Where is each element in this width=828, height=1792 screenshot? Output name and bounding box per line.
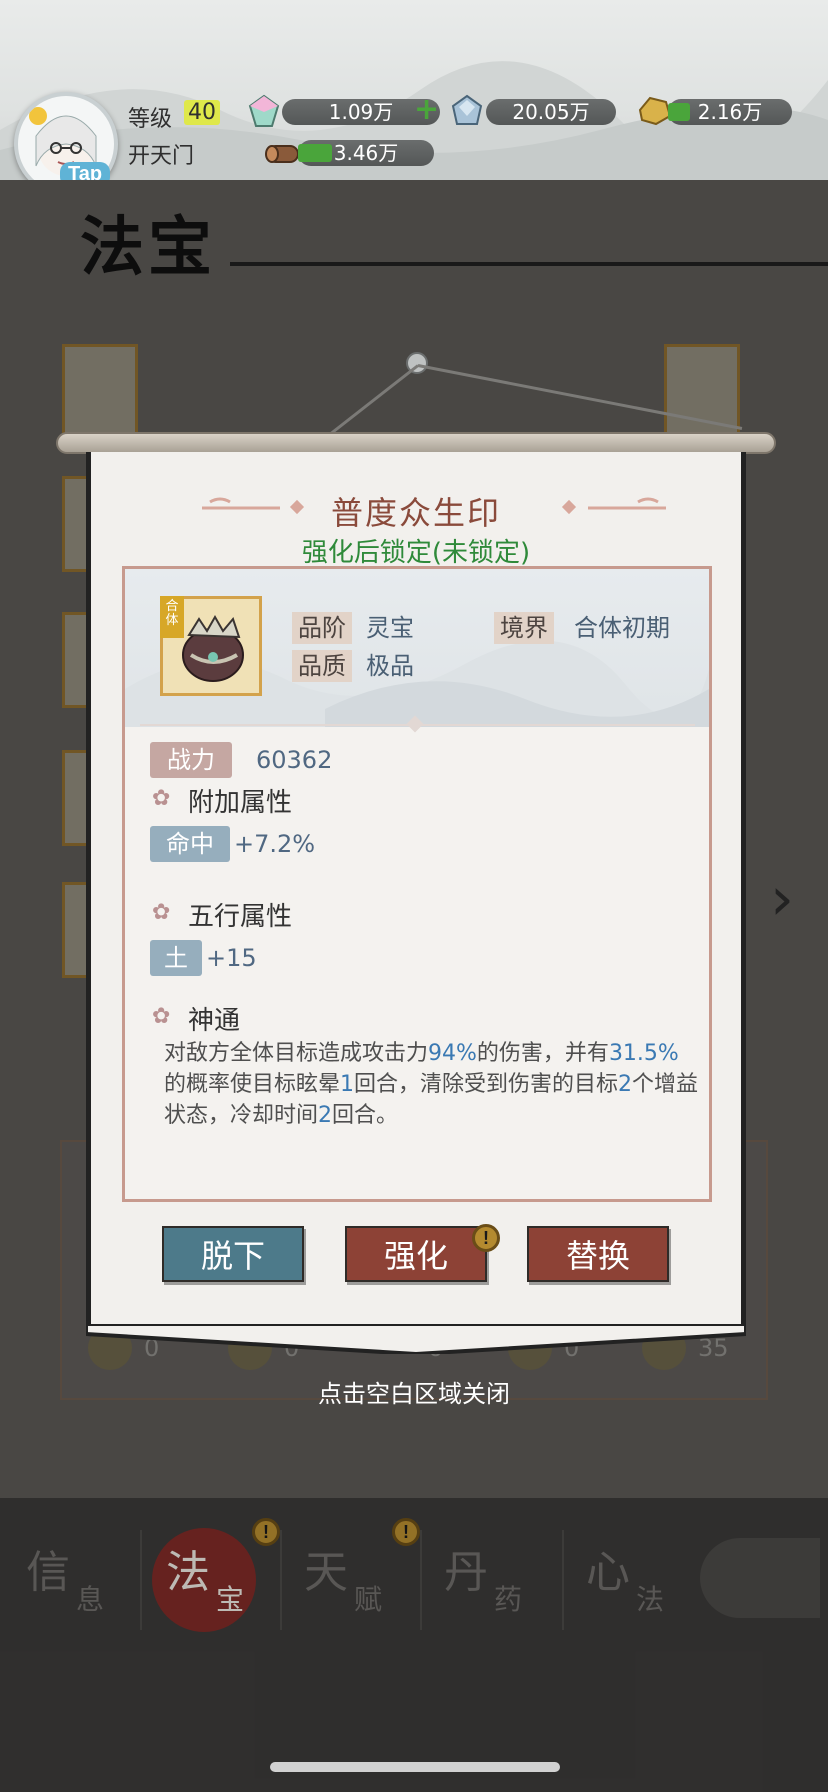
resource-ice-value: 20.05万 [512, 100, 590, 124]
realm-requirement-label: 境界 [494, 612, 554, 644]
realm-requirement-value: 合体初期 [574, 614, 670, 642]
element-label: 土 [150, 940, 202, 976]
resource-wood-value: 3.46万 [333, 141, 399, 165]
power-label: 战力 [150, 742, 232, 778]
level-value: 40 [184, 100, 220, 125]
skill-highlight: 31.5% [608, 1041, 679, 1066]
resource-gold-fill [668, 103, 690, 121]
upgrade-alert-icon: ! [472, 1224, 500, 1252]
add-resource-button[interactable]: + [414, 95, 440, 125]
skill-highlight: 2 [318, 1103, 333, 1128]
spirit-crystal-icon [248, 94, 280, 127]
skill-highlight: 1 [340, 1072, 355, 1097]
upgrade-button[interactable]: 强化 [345, 1226, 487, 1282]
grade-label: 品阶 [292, 612, 352, 644]
resource-gold: 2.16万 [668, 99, 792, 125]
skill-description: 对敌方全体目标造成攻击力94%的伤害，并有31.5% 的概率使目标眩晕1回合，清除… [164, 1038, 700, 1131]
resource-spirit-value: 1.09万 [328, 100, 394, 124]
extra-attr-value: +7.2% [234, 830, 316, 858]
quality-label: 品质 [292, 650, 352, 682]
grade-value: 灵宝 [366, 614, 414, 642]
scroll-tail [86, 1324, 746, 1354]
element-value: +15 [206, 944, 257, 972]
skill-text: 的伤害，并有 [476, 1041, 609, 1066]
resource-gold-value: 2.16万 [697, 100, 763, 124]
resource-ice: 20.05万 [486, 99, 616, 125]
replace-button[interactable]: 替换 [527, 1226, 669, 1282]
skill-text: 回合，清除受到伤害的目标 [354, 1072, 619, 1097]
resource-wood: 3.46万 [298, 140, 434, 166]
title-ornament-right [561, 497, 666, 515]
five-elements-title: 五行属性 [188, 902, 293, 932]
resource-wood-fill [298, 144, 332, 162]
close-hint: 点击空白区域关闭 [318, 1380, 510, 1408]
flower-icon: ✿ [152, 900, 171, 925]
skill-highlight: 94% [428, 1041, 477, 1066]
skill-highlight: 2 [618, 1072, 633, 1097]
skill-text: 对敌方全体目标造成攻击力 [164, 1041, 429, 1066]
level-label: 等级 [128, 107, 173, 132]
flower-icon: ✿ [152, 786, 171, 811]
ice-crystal-icon [451, 94, 483, 125]
extra-attr-title: 附加属性 [188, 788, 293, 818]
gold-ore-icon [638, 96, 672, 126]
item-realm-tag: 合体 [160, 596, 184, 638]
skill-title: 神通 [188, 1006, 241, 1036]
quality-value: 极品 [366, 652, 414, 680]
lock-status[interactable]: 强化后锁定(未锁定) [86, 532, 746, 569]
realm-label: 开天门 [128, 144, 195, 169]
flower-icon: ✿ [152, 1004, 171, 1029]
wood-log-icon [265, 145, 299, 163]
scroll-rod [56, 432, 776, 454]
unequip-button[interactable]: 脱下 [162, 1226, 304, 1282]
skill-text: 回合。 [332, 1103, 399, 1128]
skill-text: 的概率使目标眩晕 [164, 1072, 341, 1097]
power-value: 60362 [256, 746, 333, 774]
extra-attr-label: 命中 [150, 826, 230, 862]
